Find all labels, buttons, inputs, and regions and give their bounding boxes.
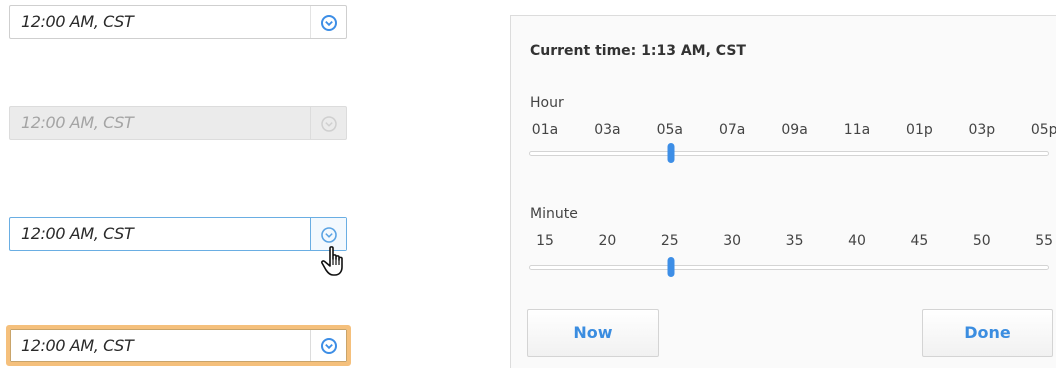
time-dropdown-button[interactable] (310, 6, 346, 38)
hour-tick-label: 05p (1030, 122, 1056, 138)
minute-label: Minute (530, 206, 578, 222)
time-field-hover[interactable]: 12:00 AM, CST (9, 217, 347, 251)
time-dropdown-button (310, 107, 346, 139)
hour-tick-label: 03p (968, 122, 996, 138)
hour-tick-label: 07a (718, 122, 746, 138)
hour-tick-label: 01a (531, 122, 559, 138)
time-value[interactable]: 12:00 AM, CST (21, 330, 134, 361)
chevron-circle-down-icon (321, 116, 337, 132)
hour-tick-label: 05a (656, 122, 683, 138)
minute-tick-label: 30 (723, 233, 742, 249)
hour-tick-label: 01p (906, 122, 933, 138)
current-time-label: Current time: 1:13 AM, CST (530, 43, 746, 59)
hour-tick-label: 03a (594, 122, 621, 138)
hour-slider-track[interactable] (529, 143, 1049, 163)
time-picker-demo: 12:00 AM, CST 12:00 AM, CST 12:00 AM, CS… (0, 0, 1056, 368)
minute-tick-label: 40 (848, 233, 866, 249)
hand-pointer-icon (321, 246, 343, 276)
minute-slider-thumb[interactable] (667, 257, 675, 277)
time-value[interactable]: 12:00 AM, CST (21, 6, 134, 38)
minute-tick-label: 45 (910, 233, 929, 249)
time-value[interactable]: 12:00 AM, CST (21, 218, 134, 250)
time-dropdown-button[interactable] (310, 330, 346, 361)
minute-tick-label: 55 (1035, 233, 1054, 249)
minute-tick-label: 15 (536, 233, 554, 249)
hour-tick-label: 11a (843, 122, 871, 138)
time-value: 12:00 AM, CST (21, 113, 134, 132)
chevron-circle-down-icon (321, 338, 337, 354)
hour-tick-labels: 01a 03a 05a 07a 09a 11a 01p 03p 05p (511, 122, 1056, 140)
time-field-disabled: 12:00 AM, CST (9, 106, 347, 140)
chevron-circle-down-icon (321, 15, 337, 31)
chevron-circle-down-icon (321, 227, 337, 243)
minute-slider-track[interactable] (529, 257, 1049, 277)
time-picker-popup: Current time: 1:13 AM, CST Hour 01a 03a 05… (510, 15, 1056, 368)
minute-tick-label: 35 (785, 233, 804, 249)
minute-tick-labels: 15 20 25 30 35 40 45 50 55 (511, 233, 1056, 251)
hour-tick-label: 09a (781, 122, 808, 138)
minute-tick-label: 50 (972, 233, 991, 249)
time-field-default[interactable]: 12:00 AM, CST (9, 5, 347, 39)
hour-slider-thumb[interactable] (667, 143, 675, 163)
done-button[interactable]: Done (922, 309, 1053, 357)
now-button[interactable]: Now (527, 309, 659, 357)
minute-tick-label: 25 (660, 233, 679, 249)
time-field-focused[interactable]: 12:00 AM, CST (6, 325, 351, 366)
minute-tick-label: 20 (598, 233, 617, 249)
hour-label: Hour (530, 95, 564, 111)
focus-ring: 12:00 AM, CST (10, 329, 347, 362)
